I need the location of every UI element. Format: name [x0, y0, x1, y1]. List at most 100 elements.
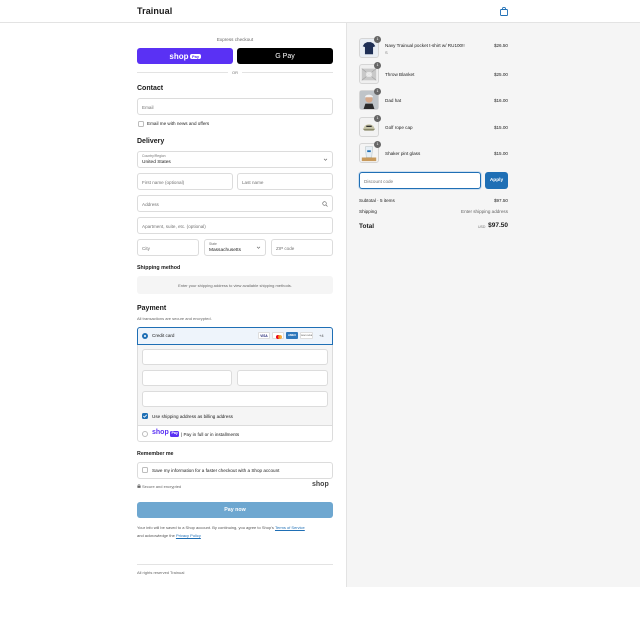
total-value: $97.50 [488, 222, 508, 229]
city-field[interactable]: City [137, 239, 199, 256]
delivery-title: Delivery [137, 138, 165, 145]
express-checkout-title: Express checkout [216, 37, 254, 42]
expiry-field[interactable] [142, 370, 232, 386]
country-label: Country/Region [142, 154, 166, 158]
country-select[interactable]: Country/Region United States [137, 151, 333, 168]
email-placeholder: Email [142, 105, 154, 110]
subtotal-label: Subtotal · 5 items [359, 198, 395, 203]
apply-discount-button[interactable]: Apply [485, 172, 508, 189]
billing-label: Use shipping address as billing address [152, 414, 233, 419]
subtotal-value: $97.50 [493, 198, 508, 203]
item-thumbnail: 1 [359, 36, 381, 58]
google-pay-button[interactable]: G Pay [237, 48, 333, 64]
order-summary-panel [346, 23, 640, 587]
city-placeholder: City [142, 246, 150, 251]
total-label: Total [359, 223, 375, 230]
item-thumbnail: 1 [359, 141, 381, 163]
chevron-down-icon [256, 246, 261, 249]
quantity-badge: 1 [374, 141, 381, 148]
privacy-link[interactable]: Privacy Policy [176, 533, 201, 538]
item-thumbnail: 1 [359, 62, 381, 84]
legal-text-1: Your info will be saved to a Shop accoun… [137, 525, 274, 530]
country-value: United States [142, 160, 171, 165]
apartment-field[interactable]: Apartment, suite, etc. (optional) [137, 217, 333, 234]
search-icon [322, 201, 328, 207]
address-placeholder: Address [142, 202, 159, 207]
visa-icon: VISA [258, 332, 270, 339]
email-field[interactable]: Email [137, 98, 333, 115]
more-cards-label: +4 [319, 333, 324, 338]
discount-code-field[interactable]: Discount code [359, 172, 481, 189]
header: Trainual [0, 0, 640, 23]
chevron-down-icon [323, 158, 328, 161]
remember-me-label: Save my information for a faster checkou… [152, 468, 280, 473]
item-name: Dad hat [385, 98, 402, 103]
brand-logo[interactable]: Trainual [137, 6, 172, 16]
remember-me-checkbox[interactable] [142, 467, 148, 473]
shop-pay-radio[interactable] [142, 431, 148, 437]
name-on-card-field[interactable] [142, 391, 328, 407]
credit-card-label: Credit card [152, 333, 175, 338]
shop-pay-badge: Pay [190, 53, 201, 59]
state-value: Massachusetts [209, 248, 241, 253]
security-code-field[interactable] [237, 370, 328, 386]
credit-card-radio-dot [144, 335, 146, 337]
item-price: $26.50 [493, 43, 508, 48]
discount-code-placeholder: Discount code [364, 179, 394, 184]
pay-now-button[interactable]: Pay now [137, 502, 333, 518]
first-name-field[interactable]: First name (optional) [137, 173, 233, 190]
quantity-badge: 1 [374, 62, 381, 69]
news-label: Email me with news and offers [147, 121, 210, 126]
shopping-bag-icon[interactable] [500, 7, 508, 16]
amex-icon: AMEX [286, 332, 298, 339]
item-price: $16.00 [493, 98, 508, 103]
payment-subtitle: All transactions are secure and encrypte… [137, 316, 212, 321]
check-icon [143, 414, 147, 418]
first-name-placeholder: First name (optional) [142, 180, 185, 185]
payment-title: Payment [137, 305, 167, 312]
secure-label: Secure and encrypted [142, 484, 182, 489]
item-thumbnail: 1 [359, 88, 381, 110]
last-name-field[interactable]: Last name [237, 173, 333, 190]
item-variant: S [385, 50, 388, 55]
item-name: Throw Blanket [385, 72, 415, 77]
state-label: State [209, 242, 217, 246]
zip-field[interactable]: ZIP code [271, 239, 333, 256]
or-label: OR [228, 70, 242, 75]
item-name: Golf rope cap [385, 125, 413, 130]
item-name: Navy Trainual pocket t-shirt w/ RU100!! [385, 43, 465, 48]
item-thumbnail: 1 [359, 115, 381, 137]
state-select[interactable]: State Massachusetts [204, 239, 266, 256]
footer-divider [137, 564, 333, 565]
news-checkbox[interactable] [138, 121, 144, 127]
item-price: $15.00 [493, 125, 508, 130]
google-pay-label: G Pay [275, 52, 295, 60]
last-name-placeholder: Last name [242, 180, 264, 185]
apartment-placeholder: Apartment, suite, etc. (optional) [142, 224, 206, 229]
shop-pay-installments-label: | Pay in full or in installments [181, 432, 240, 437]
shop-logo: shop [312, 481, 329, 488]
shop-pay-badge-small: Pay [170, 431, 180, 437]
address-field[interactable]: Address [137, 195, 333, 212]
quantity-badge: 1 [374, 36, 381, 43]
shipping-method-title: Shipping method [137, 265, 181, 271]
legal-text: Your info will be saved to a Shop accoun… [137, 524, 337, 540]
card-number-field[interactable] [142, 349, 328, 365]
footer-text: All rights reserved Trainual [137, 570, 185, 575]
shop-pay-logo-text: shop [169, 51, 189, 61]
shop-pay-wordmark: shop [152, 429, 169, 436]
item-price: $25.00 [493, 72, 508, 77]
shipping-label: Shipping [359, 209, 377, 214]
mastercard-icon [272, 332, 284, 339]
lock-icon [137, 484, 141, 488]
terms-link[interactable]: Terms of Service [275, 525, 305, 530]
item-name: Shaker pint glass [385, 151, 421, 156]
shop-pay-option-divider [137, 425, 333, 426]
discover-icon: DISCOVER [300, 332, 313, 339]
remember-me-title: Remember me [137, 451, 174, 457]
contact-title: Contact [137, 85, 164, 92]
quantity-badge: 1 [374, 115, 381, 122]
legal-text-2: and acknowledge the [137, 533, 175, 538]
shop-pay-button[interactable]: shop Pay [137, 48, 233, 64]
shipping-value: Enter shipping address [461, 209, 508, 214]
